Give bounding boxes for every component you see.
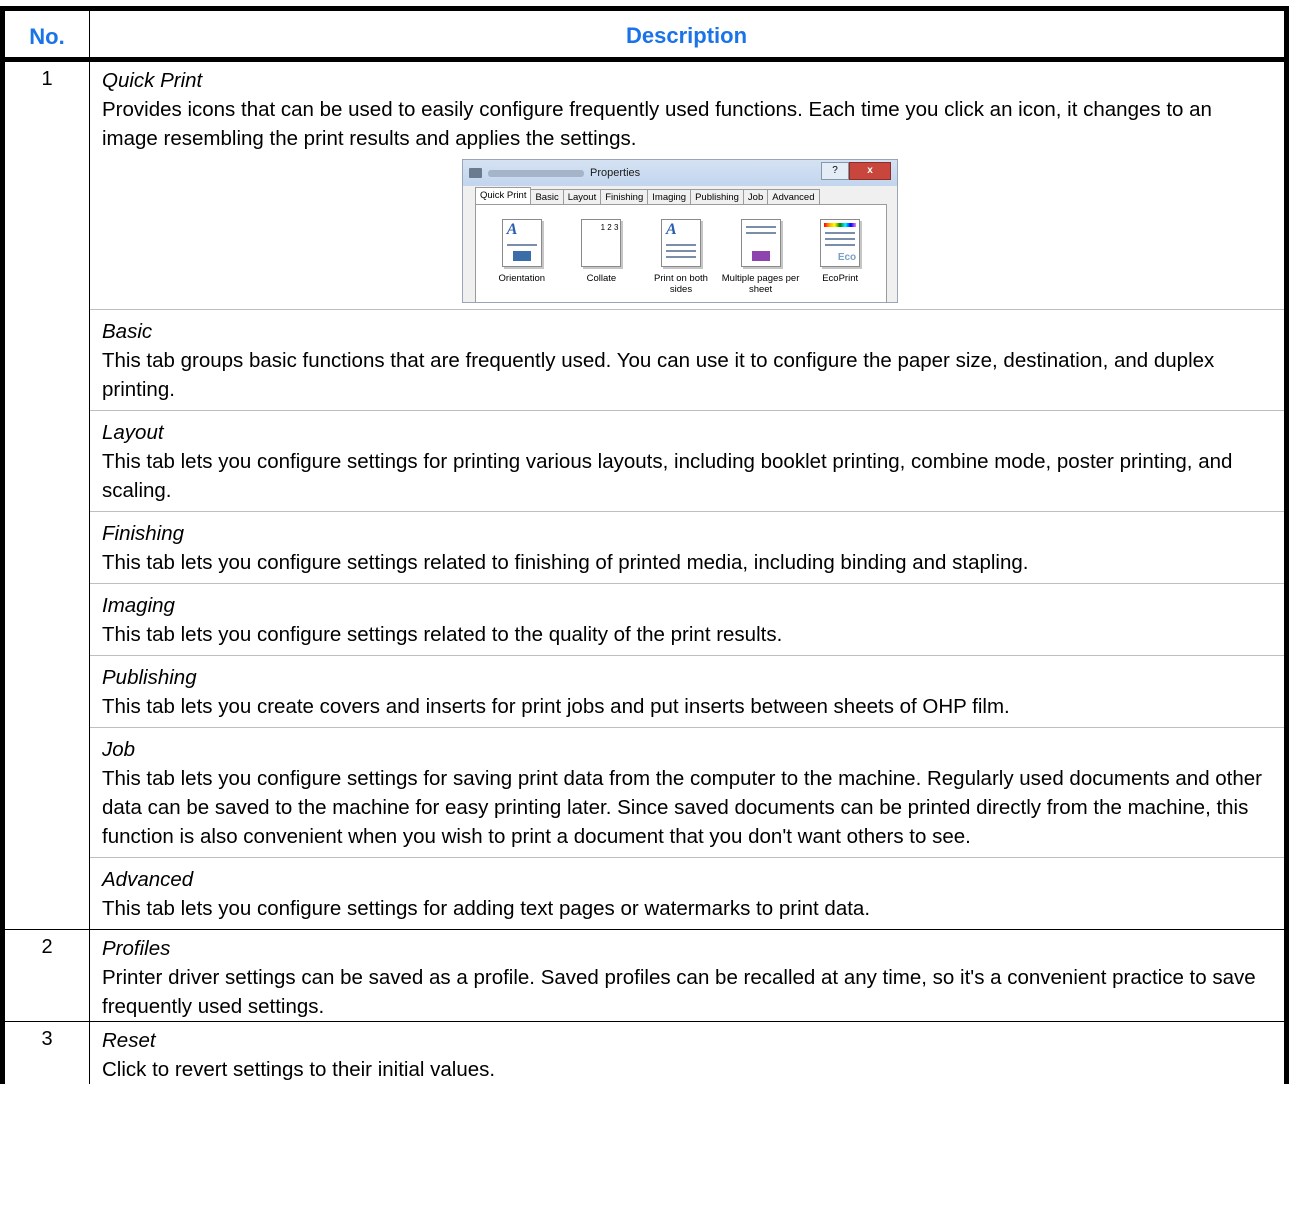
tab-imaging[interactable]: Imaging: [647, 189, 692, 205]
dialog-title: Properties: [590, 167, 641, 179]
print-both-sides-label: Print on both sides: [654, 273, 708, 295]
orientation-button[interactable]: A Orientation: [483, 219, 561, 295]
entry-layout: Layout This tab lets you configure setti…: [90, 410, 1284, 511]
table-row: 1 Quick Print Provides icons that can be…: [0, 62, 1289, 930]
entry-text: This tab lets you configure settings for…: [102, 897, 871, 920]
entry-title: Quick Print: [102, 69, 203, 92]
tab-layout[interactable]: Layout: [562, 189, 602, 205]
collate-glyph: 1 2 3: [600, 223, 619, 232]
multiple-pages-label: Multiple pages per sheet: [721, 273, 800, 295]
entry-title: Profiles: [102, 937, 171, 960]
ecoprint-label: EcoPrint: [822, 273, 859, 284]
entry-publishing: Publishing This tab lets you create cove…: [90, 655, 1284, 727]
tab-basic[interactable]: Basic: [530, 189, 564, 205]
dialog-tabs: Quick Print Basic Layout Finishing Imagi…: [475, 187, 820, 205]
orientation-label: Orientation: [498, 273, 546, 284]
entry-title: Layout: [102, 421, 164, 444]
table-header: No. Description: [0, 6, 1289, 62]
help-button[interactable]: ?: [821, 162, 849, 180]
tab-publishing[interactable]: Publishing: [690, 189, 744, 205]
entry-profiles: Profiles Printer driver settings can be …: [102, 934, 1271, 1021]
entry-text: Printer driver settings can be saved as …: [102, 966, 1256, 1018]
table-row: 3 Reset Click to revert settings to thei…: [0, 1022, 1289, 1084]
entry-reset: Reset Click to revert settings to their …: [102, 1026, 1271, 1084]
eco-glyph: Eco: [837, 252, 857, 263]
entry-title: Reset: [102, 1029, 156, 1052]
ecoprint-icon: Eco: [820, 219, 861, 267]
header-no: No.: [5, 11, 90, 57]
entry-text: This tab lets you configure settings rel…: [102, 623, 783, 646]
redacted-printer-name: [488, 169, 584, 177]
entry-quick-print: Quick Print Provides icons that can be u…: [102, 66, 1271, 153]
print-both-sides-button[interactable]: A Print on both sides: [642, 219, 720, 295]
quick-print-pane: A Orientation 1 2 3 Collate A Print on b…: [475, 204, 887, 302]
multiple-pages-button[interactable]: Multiple pages per sheet: [722, 219, 800, 295]
printer-icon: [469, 168, 482, 178]
close-button[interactable]: x: [849, 162, 891, 180]
entry-title: Advanced: [102, 868, 194, 891]
entry-title: Publishing: [102, 666, 197, 689]
entry-advanced: Advanced This tab lets you configure set…: [90, 857, 1284, 929]
tab-job[interactable]: Job: [742, 189, 769, 205]
entry-text: This tab lets you create covers and inse…: [102, 695, 1010, 718]
entry-text: Provides icons that can be used to easil…: [102, 98, 1212, 150]
tab-advanced[interactable]: Advanced: [767, 189, 820, 205]
entry-text: Click to revert settings to their initia…: [102, 1058, 496, 1081]
properties-dialog-screenshot: Properties ? x Quick Print Basic Layout …: [462, 159, 898, 303]
entry-title: Job: [102, 738, 136, 761]
duplex-icon: A: [660, 219, 701, 267]
row-number: 3: [5, 1022, 90, 1084]
table-row: 2 Profiles Printer driver settings can b…: [0, 930, 1289, 1022]
row-description: Reset Click to revert settings to their …: [90, 1022, 1284, 1084]
row-description: Quick Print Provides icons that can be u…: [90, 62, 1284, 929]
entry-basic: Basic This tab groups basic functions th…: [90, 309, 1284, 410]
row-number: 1: [5, 62, 90, 929]
entry-imaging: Imaging This tab lets you configure sett…: [90, 583, 1284, 655]
entry-title: Imaging: [102, 594, 175, 617]
multiple-pages-icon: [740, 219, 781, 267]
row-description: Profiles Printer driver settings can be …: [90, 930, 1284, 1021]
orientation-icon: A: [501, 219, 542, 267]
entry-title: Finishing: [102, 522, 185, 545]
entry-finishing: Finishing This tab lets you configure se…: [90, 511, 1284, 583]
quick-print-icons: A Orientation 1 2 3 Collate A Print on b…: [476, 205, 886, 295]
collate-icon: 1 2 3: [581, 219, 622, 267]
ecoprint-button[interactable]: Eco EcoPrint: [801, 219, 879, 295]
tab-quick-print[interactable]: Quick Print: [475, 187, 532, 205]
collate-label: Collate: [586, 273, 617, 284]
entry-text: This tab groups basic functions that are…: [102, 349, 1215, 401]
entry-text: This tab lets you configure settings rel…: [102, 551, 1029, 574]
entry-text: This tab lets you configure settings for…: [102, 450, 1233, 502]
collate-button[interactable]: 1 2 3 Collate: [562, 219, 640, 295]
entry-text: This tab lets you configure settings for…: [102, 767, 1263, 848]
entry-job: Job This tab lets you configure settings…: [90, 727, 1284, 857]
row-number: 2: [5, 930, 90, 1021]
description-table: No. Description 1 Quick Print Provides i…: [0, 6, 1289, 1084]
tab-finishing[interactable]: Finishing: [600, 189, 649, 205]
header-description: Description: [625, 23, 748, 48]
entry-title: Basic: [102, 320, 153, 343]
